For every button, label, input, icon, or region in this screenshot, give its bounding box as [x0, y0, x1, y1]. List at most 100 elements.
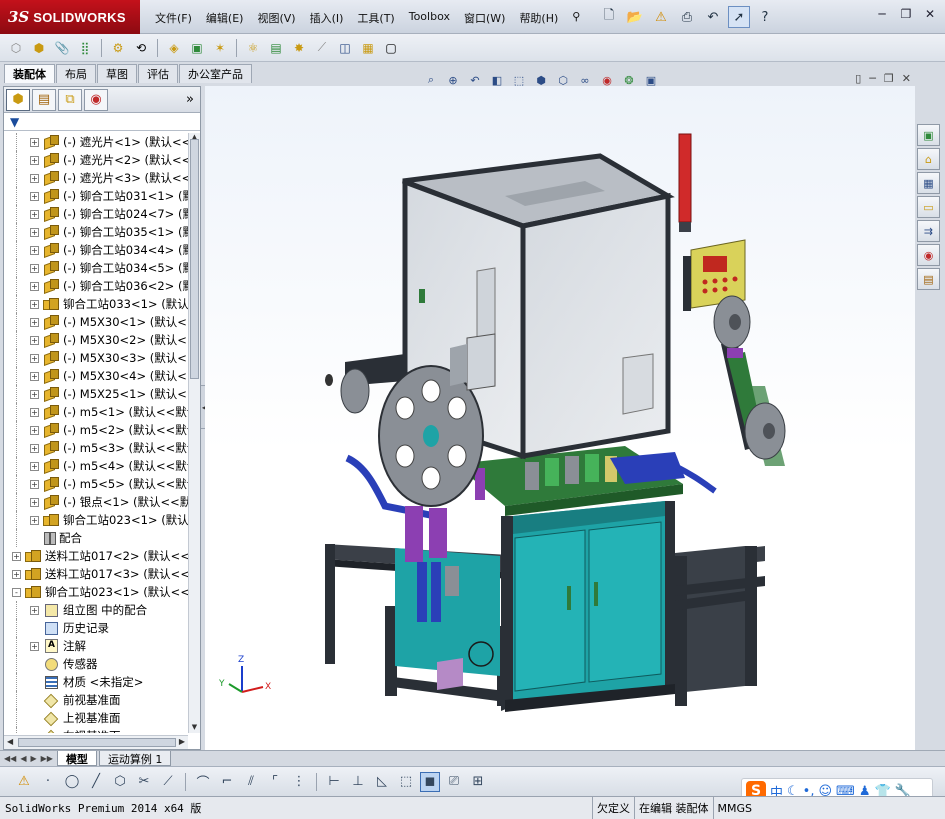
- tree-node[interactable]: + (-) 铆合工站034<5> (默: [4, 259, 188, 277]
- chamfer-icon[interactable]: ⌐: [217, 772, 237, 792]
- tree-node[interactable]: + (-) 遮光片<3> (默认<<: [4, 169, 188, 187]
- select-arrow-icon[interactable]: ➚: [728, 6, 750, 28]
- tree-node[interactable]: + (-) m5<5> (默认<<默认: [4, 475, 188, 493]
- tab-assembly[interactable]: 装配体: [4, 64, 55, 83]
- show-hidden-icon[interactable]: ◈: [164, 38, 184, 58]
- tab-motion-study[interactable]: 运动算例 1: [98, 751, 172, 766]
- point-icon[interactable]: ·: [38, 772, 58, 792]
- edit-component-icon[interactable]: ⬡: [6, 38, 26, 58]
- tree-node[interactable]: 上视基准面: [4, 709, 188, 727]
- expand-toggle-icon[interactable]: +: [30, 515, 39, 525]
- tab-prev-icon[interactable]: ◀: [20, 754, 26, 763]
- expand-toggle-icon[interactable]: +: [30, 137, 39, 147]
- tab-last-icon[interactable]: ▶▶: [41, 754, 53, 763]
- tree-node[interactable]: 材质 <未指定>: [4, 673, 188, 691]
- relations-icon[interactable]: ⊥: [348, 772, 368, 792]
- scroll-down-icon[interactable]: ▼: [189, 723, 200, 733]
- expand-toggle-icon[interactable]: +: [30, 191, 39, 201]
- print-icon[interactable]: ⎙: [676, 6, 698, 28]
- centerline-icon[interactable]: ⟋: [158, 772, 178, 792]
- scroll-left-icon[interactable]: ◀: [7, 737, 13, 746]
- hide-show-items-icon[interactable]: ∞: [577, 72, 593, 88]
- tree-node[interactable]: 配合: [4, 529, 188, 547]
- zoom-to-area-icon[interactable]: ⊕: [445, 72, 461, 88]
- menu-file[interactable]: 文件(F): [148, 8, 199, 28]
- appearances-scenes-icon[interactable]: ◉: [917, 244, 940, 266]
- tree-node[interactable]: + (-) m5<1> (默认<<默认: [4, 403, 188, 421]
- display-style-icon[interactable]: ⬡: [555, 72, 571, 88]
- file-explorer-icon[interactable]: ▦: [917, 172, 940, 194]
- linear-pattern-icon[interactable]: ⣿: [75, 38, 95, 58]
- expand-toggle-icon[interactable]: +: [30, 281, 39, 291]
- tab-sketch[interactable]: 草图: [97, 64, 137, 83]
- property-manager-tab-icon[interactable]: ▤: [32, 88, 56, 111]
- custom-properties-icon[interactable]: ▤: [917, 268, 940, 290]
- tab-evaluate[interactable]: 评估: [138, 64, 178, 83]
- expand-toggle-icon[interactable]: +: [30, 389, 39, 399]
- tree-horizontal-scrollbar[interactable]: ◀ ▶: [4, 735, 188, 749]
- tab-model[interactable]: 模型: [56, 751, 97, 766]
- filter-bar[interactable]: ▼: [4, 113, 200, 131]
- expand-toggle-icon[interactable]: +: [30, 263, 39, 273]
- expand-toggle-icon[interactable]: +: [30, 461, 39, 471]
- hscroll-thumb[interactable]: [18, 738, 176, 747]
- tree-node[interactable]: + (-) M5X25<1> (默认<<默: [4, 385, 188, 403]
- menu-view[interactable]: 视图(V): [250, 8, 302, 28]
- insert-component-icon[interactable]: ⬢: [29, 38, 49, 58]
- tree-node[interactable]: + (-) 铆合工站031<1> (默: [4, 187, 188, 205]
- scroll-right-icon[interactable]: ▶: [179, 737, 185, 746]
- menu-help[interactable]: 帮助(H): [512, 8, 565, 28]
- tree-node[interactable]: + (-) 铆合工站035<1> (默: [4, 223, 188, 241]
- move-component-icon[interactable]: ⟲: [131, 38, 151, 58]
- bill-of-materials-icon[interactable]: ▤: [266, 38, 286, 58]
- viewport-tile-icon[interactable]: ▯: [855, 72, 861, 85]
- tree-node[interactable]: + (-) 铆合工站036<2> (默: [4, 277, 188, 295]
- tree-node[interactable]: - 铆合工站023<1> (默认<<默: [4, 583, 188, 601]
- expand-toggle-icon[interactable]: +: [30, 227, 39, 237]
- circle-icon[interactable]: ◯: [62, 772, 82, 792]
- apply-scene-icon[interactable]: ❂: [621, 72, 637, 88]
- tab-office-products[interactable]: 办公室产品: [179, 64, 252, 83]
- viewport-close-icon[interactable]: ✕: [902, 72, 911, 85]
- tab-first-icon[interactable]: ◀◀: [4, 754, 16, 763]
- expand-toggle-icon[interactable]: +: [30, 371, 39, 381]
- trim-icon[interactable]: ✂: [134, 772, 154, 792]
- mirror-icon[interactable]: ⋮: [289, 772, 309, 792]
- configuration-manager-tab-icon[interactable]: ⧉: [58, 88, 82, 111]
- menu-insert[interactable]: 插入(I): [303, 8, 351, 28]
- tab-next-icon[interactable]: ▶: [30, 754, 36, 763]
- expand-toggle-icon[interactable]: +: [30, 641, 39, 651]
- tree-node[interactable]: + (-) M5X30<1> (默认<<默: [4, 313, 188, 331]
- offset-icon[interactable]: ⫽: [241, 772, 261, 792]
- restore-icon[interactable]: ❐: [897, 6, 915, 22]
- unit-system[interactable]: MMGS: [712, 796, 757, 819]
- tree-node[interactable]: + 铆合工站023<1> (默认<: [4, 511, 188, 529]
- tree-node[interactable]: + (-) M5X30<4> (默认<<默: [4, 367, 188, 385]
- expand-toggle-icon[interactable]: +: [30, 155, 39, 165]
- scroll-thumb[interactable]: [190, 139, 199, 379]
- expand-toggle-icon[interactable]: +: [30, 317, 39, 327]
- smart-dimension-icon[interactable]: ⊢: [324, 772, 344, 792]
- section-box-icon[interactable]: ⬚: [396, 772, 416, 792]
- feature-manager-tab-icon[interactable]: ⬢: [6, 88, 30, 111]
- expand-toggle-icon[interactable]: +: [30, 479, 39, 489]
- viewport-minimize-icon[interactable]: ─: [869, 72, 876, 85]
- graphics-viewport[interactable]: Z X Y ⌕ ⊕ ↶ ◧ ⬚ ⬢ ⬡ ∞ ◉ ❂ ▣ ▯ ─ ❐ ✕: [205, 72, 915, 750]
- mate-icon[interactable]: 📎: [52, 38, 72, 58]
- expand-toggle-icon[interactable]: +: [30, 407, 39, 417]
- measure-icon[interactable]: ◺: [372, 772, 392, 792]
- expand-toggle-icon[interactable]: +: [30, 605, 39, 615]
- camera-icon[interactable]: ⎚: [444, 772, 464, 792]
- tree-node[interactable]: + 送料工站017<3> (默认<<默: [4, 565, 188, 583]
- help-question-icon[interactable]: ?: [754, 6, 776, 28]
- more-tabs-icon[interactable]: »: [186, 92, 194, 107]
- new-document-icon[interactable]: 🗋: [598, 6, 620, 28]
- tree-node[interactable]: + (-) M5X30<2> (默认<<默: [4, 331, 188, 349]
- tree-node[interactable]: 传感器: [4, 655, 188, 673]
- view-palette-icon[interactable]: ▭: [917, 196, 940, 218]
- expand-toggle-icon[interactable]: +: [30, 353, 39, 363]
- section-view-icon[interactable]: ◧: [489, 72, 505, 88]
- expand-toggle-icon[interactable]: +: [30, 443, 39, 453]
- explode-line-sketch-icon[interactable]: ⟋: [312, 38, 332, 58]
- expand-toggle-icon[interactable]: +: [12, 551, 21, 561]
